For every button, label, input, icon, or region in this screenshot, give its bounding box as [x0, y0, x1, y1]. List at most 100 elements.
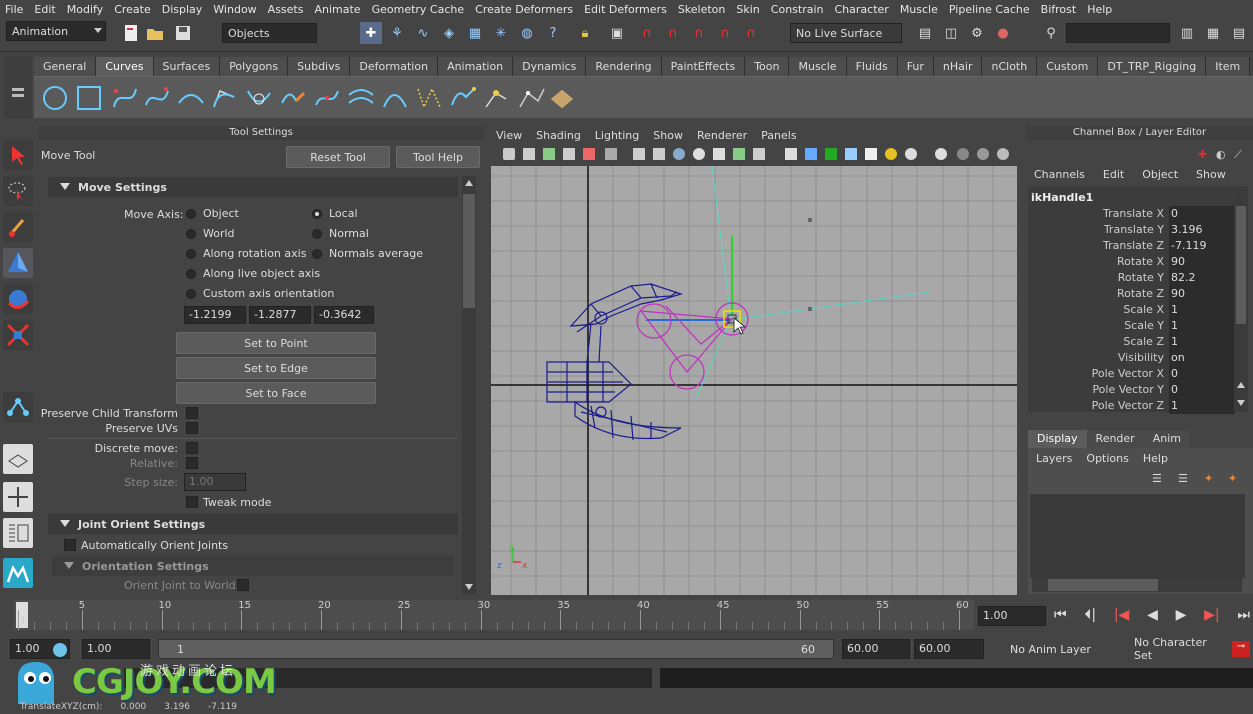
menu-modify[interactable]: Modify	[62, 3, 109, 16]
viewport-menu-lighting[interactable]: Lighting	[588, 129, 646, 142]
ipr-render-icon[interactable]: ◫	[940, 22, 962, 44]
tool-settings-icon[interactable]: ▦	[1202, 22, 1224, 44]
move-settings-frame[interactable]: Move Settings	[48, 177, 458, 197]
menu-create[interactable]: Create	[109, 3, 157, 16]
shelf-tab-curves[interactable]: Curves	[96, 57, 154, 76]
open-scene-icon[interactable]	[144, 22, 166, 44]
orient-world-checkbox[interactable]	[237, 579, 249, 591]
snap-point-icon[interactable]: ∩	[688, 22, 710, 44]
channel-scrollbar[interactable]	[1234, 186, 1248, 412]
select-render-icon[interactable]: ◍	[516, 22, 538, 44]
live-surface-field[interactable]: No Live Surface	[790, 23, 902, 43]
input-line-field[interactable]	[1066, 23, 1170, 43]
step-forward-frame-icon[interactable]: ▶|	[1204, 607, 1219, 623]
cv-hardness-icon[interactable]	[482, 83, 512, 113]
range-slider-bar[interactable]: 1 60	[158, 639, 834, 659]
channels-menu[interactable]: Channels	[1034, 168, 1085, 184]
shelf-tab-rendering[interactable]: Rendering	[586, 57, 662, 76]
attribute-editor-icon[interactable]: ▥	[1176, 22, 1198, 44]
menu-skin[interactable]: Skin	[731, 3, 765, 16]
anim-layer-dropdown[interactable]: No Anim Layer	[1004, 639, 1126, 659]
viewport-menu-shading[interactable]: Shading	[529, 129, 588, 142]
shelf-tab-custom[interactable]: Custom	[1037, 57, 1099, 76]
snap-curve-icon[interactable]: ∩	[662, 22, 684, 44]
lasso-tool-icon[interactable]	[3, 176, 33, 206]
detach-curves-icon[interactable]	[278, 83, 308, 113]
joint-orient-frame[interactable]: Joint Orient Settings	[48, 514, 458, 534]
select-dynamics-icon[interactable]: ✳	[490, 22, 512, 44]
shelf-tab-item[interactable]: Item	[1206, 57, 1251, 76]
select-curve-icon[interactable]: ∿	[412, 22, 434, 44]
custom-axis-x-field[interactable]: -1.2199	[184, 306, 246, 324]
shelf-tab-muscle[interactable]: Muscle	[789, 57, 847, 76]
shelf-tab-painteffects[interactable]: PaintEffects	[661, 57, 746, 76]
viewport-menu-show[interactable]: Show	[646, 129, 690, 142]
fillet-curve-icon[interactable]	[380, 83, 410, 113]
paint-select-tool-icon[interactable]	[3, 212, 33, 242]
rebuild-curve-icon[interactable]	[414, 83, 444, 113]
render-current-icon[interactable]: ▤	[914, 22, 936, 44]
shelf-tab-fur[interactable]: Fur	[897, 57, 934, 76]
layers-menu[interactable]: Layers	[1036, 452, 1072, 465]
current-frame-field[interactable]: 1.00	[978, 606, 1046, 626]
layer-move-down-icon[interactable]: ☰	[1178, 472, 1188, 485]
channel-value[interactable]: 1	[1169, 318, 1235, 334]
shelf-tab-polygons[interactable]: Polygons	[220, 57, 289, 76]
shelf-options[interactable]	[4, 56, 32, 118]
axis-object-radio[interactable]	[186, 209, 196, 219]
select-hierarchy-icon[interactable]: ✚	[360, 22, 382, 44]
viewport-canvas[interactable]: y z x	[491, 166, 1017, 595]
render-tab[interactable]: Render	[1086, 430, 1144, 448]
shelf-tab-dt-trp-rigging[interactable]: DT_TRP_Rigging	[1098, 57, 1207, 76]
channel-row[interactable]: Translate Z -7.119	[1030, 238, 1235, 254]
input-line-icon[interactable]: ⚲	[1040, 22, 1062, 44]
menu-character[interactable]: Character	[830, 3, 895, 16]
highlight-selection-icon[interactable]: ▣	[606, 22, 628, 44]
tool-help-button[interactable]: Tool Help	[396, 146, 480, 168]
character-set-dropdown[interactable]: No Character Set	[1128, 636, 1228, 662]
viewport-menu-view[interactable]: View	[489, 129, 529, 142]
channel-row[interactable]: Scale Y 1	[1030, 318, 1235, 334]
menu-assets[interactable]: Assets	[263, 3, 310, 16]
edit-menu[interactable]: Edit	[1103, 168, 1124, 184]
channel-value[interactable]: 1	[1169, 302, 1235, 318]
menu-muscle[interactable]: Muscle	[895, 3, 944, 16]
menu-animate[interactable]: Animate	[309, 3, 366, 16]
custom-axis-y-field[interactable]: -1.2877	[249, 306, 311, 324]
shelf-tab-nhair[interactable]: nHair	[933, 57, 983, 76]
play-backward-icon[interactable]: ◀	[1147, 607, 1158, 623]
ep-curve-icon[interactable]	[142, 83, 172, 113]
select-surface-icon[interactable]: ◈	[438, 22, 460, 44]
time-ruler[interactable]: 1 5 10 15 20 25 30 35 40 45 50 55 60	[14, 600, 974, 630]
auto-key-icon[interactable]: ⊸	[1232, 641, 1250, 657]
axis-normals-average-radio[interactable]	[312, 249, 322, 259]
channel-row[interactable]: Pole Vector Z 1	[1030, 398, 1235, 414]
shelf-tab-surfaces[interactable]: Surfaces	[153, 57, 221, 76]
axis-rotation-radio[interactable]	[186, 249, 196, 259]
new-scene-icon[interactable]	[120, 22, 142, 44]
new-layer-selected-icon[interactable]: ✦	[1228, 472, 1237, 485]
step-back-key-icon[interactable]: ⏴|	[1084, 607, 1096, 623]
show-menu[interactable]: Show	[1196, 168, 1226, 184]
channel-row[interactable]: Rotate X 90	[1030, 254, 1235, 270]
pick-icon[interactable]: ⟋	[1234, 148, 1242, 162]
menu-create-deformers[interactable]: Create Deformers	[470, 3, 579, 16]
extend-curve-icon[interactable]	[448, 83, 478, 113]
auto-orient-checkbox[interactable]	[64, 539, 76, 551]
menu-pipeline-cache[interactable]: Pipeline Cache	[944, 3, 1036, 16]
viewport-menu-panels[interactable]: Panels	[754, 129, 803, 142]
discrete-move-checkbox[interactable]	[186, 442, 198, 454]
menu-file[interactable]: File	[0, 3, 29, 16]
axis-world-radio[interactable]	[186, 229, 196, 239]
shelf-tab-toon[interactable]: Toon	[745, 57, 790, 76]
display-tab[interactable]: Display	[1028, 430, 1087, 448]
preserve-child-checkbox[interactable]	[186, 407, 198, 419]
menu-bifrost[interactable]: Bifrost	[1036, 3, 1083, 16]
menu-edit[interactable]: Edit	[29, 3, 61, 16]
node-name[interactable]: ikHandle1	[1031, 191, 1093, 204]
set-to-edge-button[interactable]: Set to Edge	[176, 357, 376, 379]
channel-row[interactable]: Scale Z 1	[1030, 334, 1235, 350]
circle-curve-icon[interactable]	[40, 83, 70, 113]
insert-knot-icon[interactable]	[312, 83, 342, 113]
step-back-frame-icon[interactable]: |◀	[1114, 607, 1129, 623]
